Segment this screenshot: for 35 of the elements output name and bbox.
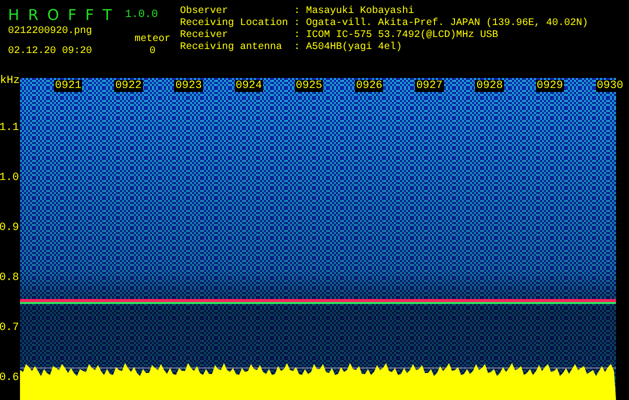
time-label: 0922 xyxy=(114,80,143,92)
info-separator: : xyxy=(294,6,300,18)
axis-label: 1.0 xyxy=(0,172,19,184)
time-label: 0924 xyxy=(234,80,263,92)
axis-label: 0.6 xyxy=(0,372,19,384)
time-label: 0929 xyxy=(536,80,564,92)
info-value: A504HB(yagi 4el) xyxy=(306,42,404,54)
time-label: 0928 xyxy=(475,80,504,92)
info-separator: : xyxy=(294,18,300,30)
axis-label: 1.1 xyxy=(0,122,19,134)
time-label: 0921 xyxy=(54,80,82,92)
info-value: Masayuki Kobayashi xyxy=(306,6,416,18)
version-number: 1.0.0 xyxy=(125,8,160,23)
meteor-label: meteor xyxy=(133,33,172,40)
axis-label: 0.7 xyxy=(0,322,19,334)
info-label: Receiver xyxy=(180,30,230,42)
date-time: 02.12.20 09:20 xyxy=(8,45,94,54)
info-label: Receiving Location xyxy=(180,18,288,30)
axis-label: 0.9 xyxy=(0,222,19,234)
axis-unit: kHz xyxy=(0,75,20,87)
info-label: Observer xyxy=(180,6,230,18)
info-value: ICOM IC-575 53.7492(@LCD)MHz USB xyxy=(306,30,500,42)
info-value: Ogata-vill. Akita-Pref. JAPAN (139.96E, 40.02N) xyxy=(306,18,588,30)
info-separator: : xyxy=(294,30,300,42)
time-label: 0923 xyxy=(174,80,203,92)
time-label: 0927 xyxy=(415,80,444,92)
time-label: 0925 xyxy=(294,80,324,92)
time-label: 0930 xyxy=(596,80,624,92)
info-separator: : xyxy=(294,42,300,54)
axis-label: 0.8 xyxy=(0,272,19,284)
meteor-count: 0 xyxy=(148,45,156,54)
file-name: 0212200920.png xyxy=(8,25,94,39)
info-label: Receiving antenna xyxy=(180,42,284,54)
app-title: H R O F F T xyxy=(8,6,113,24)
time-label: 0926 xyxy=(355,80,384,92)
